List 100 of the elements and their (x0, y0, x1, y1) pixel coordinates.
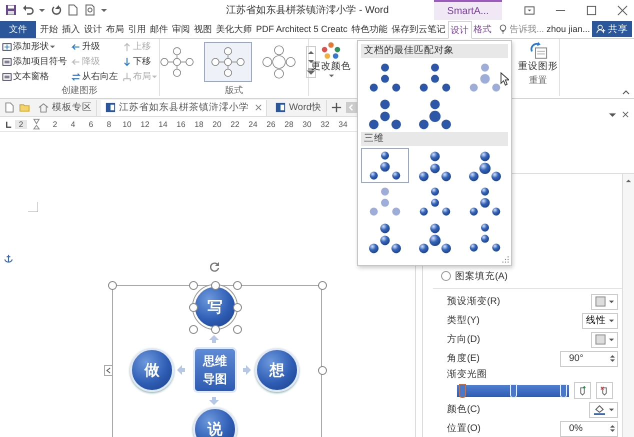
gradient-stops-bar[interactable] (457, 384, 569, 396)
caret-icon[interactable] (609, 111, 616, 118)
resize-handle[interactable] (189, 325, 198, 334)
resize-handle[interactable] (318, 366, 327, 375)
ribbon-button[interactable]: 添加形状 (0, 39, 57, 54)
arrow-icon (209, 397, 219, 405)
caret-icon[interactable] (39, 7, 45, 13)
resize-handle[interactable] (233, 303, 242, 312)
person-icon (596, 24, 606, 34)
home-icon (38, 102, 49, 113)
resize-handle[interactable] (211, 325, 220, 334)
indent-marker-icon[interactable] (33, 118, 40, 130)
spinner-value: 0% (569, 423, 583, 434)
resize-handle[interactable] (108, 281, 117, 290)
tell-me-field[interactable]: 告诉我... (498, 24, 543, 34)
tab-selector-icon[interactable] (4, 120, 13, 128)
ruler-number: 28 (284, 120, 294, 128)
resize-handle[interactable] (233, 281, 242, 290)
ribbon-tab[interactable]: 美化大师 (214, 20, 254, 38)
ruler-number: 10 (122, 120, 132, 128)
ruler-number: 26 (266, 120, 276, 128)
ribbon-tab[interactable]: 设计 (448, 20, 472, 38)
ribbon-button[interactable]: 下移 (120, 54, 153, 69)
ribbon-button[interactable]: 从右向左 (69, 69, 120, 84)
ribbon-tab[interactable]: 开始 (38, 20, 60, 38)
customize-caret-icon[interactable] (101, 7, 107, 13)
resize-grip-icon[interactable] (502, 256, 509, 263)
ribbon-tab[interactable]: 设计 (82, 20, 104, 38)
ribbon-button[interactable]: 添加项目符号 (0, 54, 69, 69)
type-dropdown[interactable]: 线性 (582, 312, 618, 328)
swatch-dropdown[interactable] (591, 332, 618, 348)
document-tab[interactable]: 江苏省如东县栟茶镇浒澪小学 (101, 100, 267, 116)
close-icon[interactable] (622, 111, 629, 118)
ribbon-display-icon[interactable] (524, 4, 535, 16)
share-button[interactable]: 共享 (592, 21, 632, 37)
command-icon (122, 72, 132, 82)
ribbon-button[interactable]: 升级 (69, 39, 102, 54)
radio-label[interactable]: 图案填充(A) (455, 270, 508, 282)
print-preview-icon[interactable] (84, 4, 96, 16)
ribbon-tab[interactable]: 格式 (472, 20, 494, 38)
change-colors-button[interactable]: 更改颜色 (310, 39, 352, 80)
ruler-number: 6 (88, 120, 94, 128)
radio-button[interactable] (441, 271, 451, 281)
save-icon[interactable] (5, 4, 17, 16)
field-label: 方向(D) (447, 333, 482, 346)
ribbon-tab[interactable]: 审阅 (170, 20, 192, 38)
document-tab[interactable]: 模板专区 (34, 100, 97, 116)
gradient-stop-handle[interactable] (459, 384, 466, 398)
ribbon-tab[interactable]: 特色功能 (350, 20, 390, 38)
redo-icon[interactable] (50, 4, 62, 16)
resize-handle[interactable] (189, 281, 198, 290)
resize-handle[interactable] (211, 281, 220, 290)
ribbon-tab[interactable]: PDF Architect 5 Creatc (254, 20, 350, 38)
circle-node: 写 (193, 285, 237, 329)
ruler-number: 12 (140, 120, 150, 128)
swatch-dropdown[interactable] (591, 294, 618, 310)
document-tab[interactable]: Word快 (271, 100, 327, 116)
ribbon-tab[interactable]: 布局 (104, 20, 126, 38)
remove-stop-button[interactable] (596, 382, 613, 399)
reset-graphic-button[interactable]: 重设图形 (517, 39, 559, 75)
new-document-icon[interactable] (67, 4, 79, 16)
ruler-number: 4 (70, 120, 76, 128)
resize-handle[interactable] (233, 325, 242, 334)
resize-handle[interactable] (189, 303, 198, 312)
layout-thumbnail[interactable] (204, 42, 252, 82)
arrow-icon (209, 335, 219, 343)
add-tab-icon[interactable] (330, 102, 342, 113)
ribbon-tab[interactable]: 邮件 (148, 20, 170, 38)
ribbon-tab[interactable]: 保存到云笔记 (390, 20, 448, 38)
ruler-number: 14 (158, 120, 168, 128)
collapse-ribbon-icon[interactable] (622, 89, 630, 95)
resize-handle[interactable] (318, 281, 327, 290)
ribbon-tab[interactable]: 引用 (126, 20, 148, 38)
field-label: 类型(Y) (447, 314, 481, 327)
user-name[interactable]: zhou jian... (546, 24, 590, 34)
close-icon[interactable] (617, 4, 628, 16)
add-stop-button[interactable] (574, 382, 591, 399)
close-icon[interactable] (255, 104, 262, 111)
spinner-arrows-icon[interactable] (610, 354, 615, 363)
circle-node: 说 (193, 407, 237, 437)
maximize-icon[interactable] (586, 4, 597, 16)
scrollbar[interactable] (622, 174, 634, 437)
circle-node: 想 (255, 348, 299, 392)
ribbon-tab[interactable]: 插入 (60, 20, 82, 38)
caret-icon (152, 74, 157, 79)
spinner-arrows-icon[interactable] (610, 424, 615, 433)
window-title: 江苏省如东县栟茶镇浒澪小学 - Word (225, 4, 390, 17)
style-thumbnail[interactable] (361, 148, 409, 183)
undo-icon[interactable] (22, 4, 34, 16)
text-pane-toggle[interactable] (104, 365, 113, 376)
circle-node: 做 (130, 348, 174, 392)
color-picker-button[interactable] (589, 402, 618, 418)
spinner-field[interactable]: 90° (560, 350, 618, 366)
scroll-up-icon[interactable] (625, 178, 632, 183)
spinner-field[interactable]: 0% (560, 420, 618, 436)
ribbon-tab[interactable]: 视图 (192, 20, 214, 38)
ribbon-tab[interactable]: 文件 (0, 20, 36, 38)
new-document-icon[interactable] (4, 102, 15, 113)
rotate-handle-icon[interactable] (209, 261, 221, 273)
ribbon-button[interactable]: 文本窗格 (0, 69, 51, 84)
